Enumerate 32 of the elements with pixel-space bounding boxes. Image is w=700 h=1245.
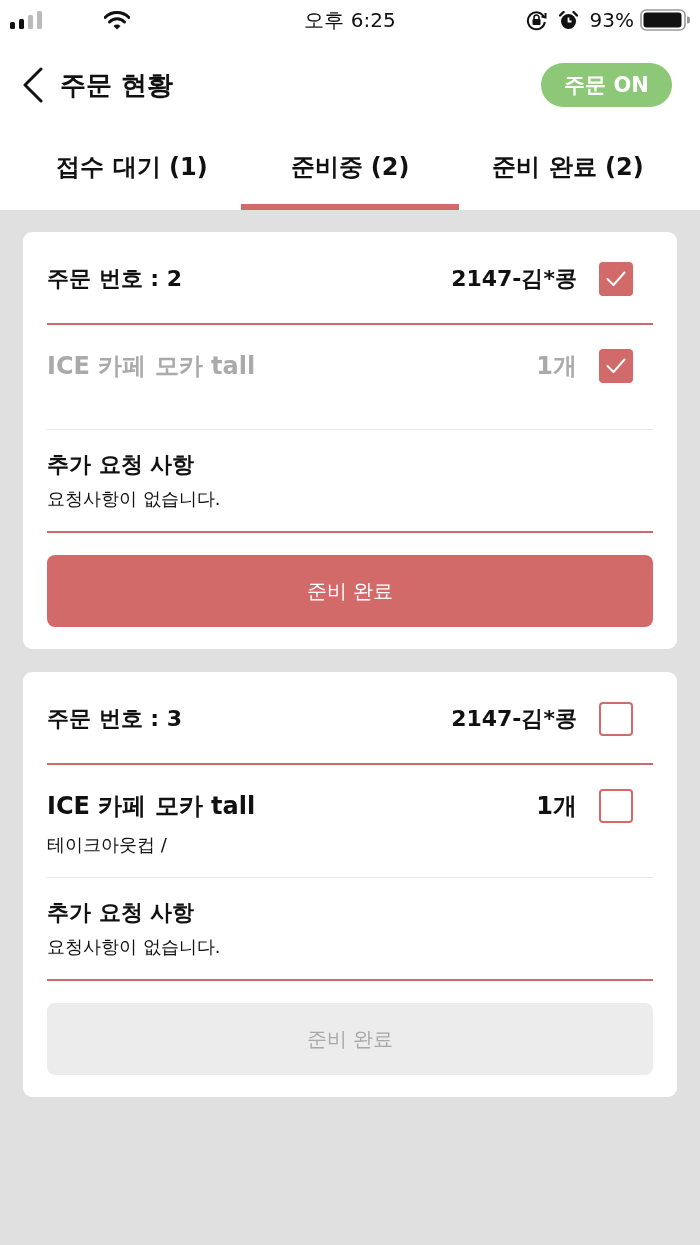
back-button[interactable]: [22, 67, 44, 103]
request-text: 요청사항이 없습니다.: [47, 487, 222, 511]
checkbox[interactable]: [599, 349, 633, 383]
order-number: 주문 번호 : 2: [47, 265, 184, 293]
request-title: 추가 요청 사항: [47, 451, 196, 479]
item-quantity: 1개: [536, 791, 577, 822]
battery-icon: [640, 9, 690, 31]
back-chevron-icon: [22, 67, 44, 103]
item-quantity: 1개: [536, 351, 577, 382]
checkbox[interactable]: [599, 262, 633, 296]
tab[interactable]: 준비 완료 (2): [459, 130, 677, 210]
alarm-clock-icon: [558, 10, 578, 30]
order-number: 주문 번호 : 3: [47, 705, 184, 733]
status-time: 오후 6:25: [304, 6, 396, 34]
rotation-lock-icon: [525, 9, 547, 31]
battery-percent: 93%: [589, 8, 634, 32]
item-name: ICE 카페 모카 tall: [47, 791, 257, 822]
customer-name: 2147-김*콩: [451, 705, 577, 733]
page-title: 주문 현황: [60, 68, 175, 102]
check-icon: [606, 358, 626, 374]
tab[interactable]: 준비중 (2): [241, 130, 459, 210]
checkbox[interactable]: [599, 702, 633, 736]
request-title: 추가 요청 사항: [47, 899, 196, 927]
item-options: 테이크아웃컵 /: [47, 834, 653, 856]
customer-name: 2147-김*콩: [451, 265, 577, 293]
wifi-icon: [104, 10, 130, 30]
item-name: ICE 카페 모카 tall: [47, 351, 257, 382]
check-icon: [606, 271, 626, 287]
checkbox[interactable]: [599, 789, 633, 823]
signal-icon: [10, 11, 42, 29]
request-text: 요청사항이 없습니다.: [47, 935, 222, 959]
tab[interactable]: 접수 대기 (1): [23, 130, 241, 210]
